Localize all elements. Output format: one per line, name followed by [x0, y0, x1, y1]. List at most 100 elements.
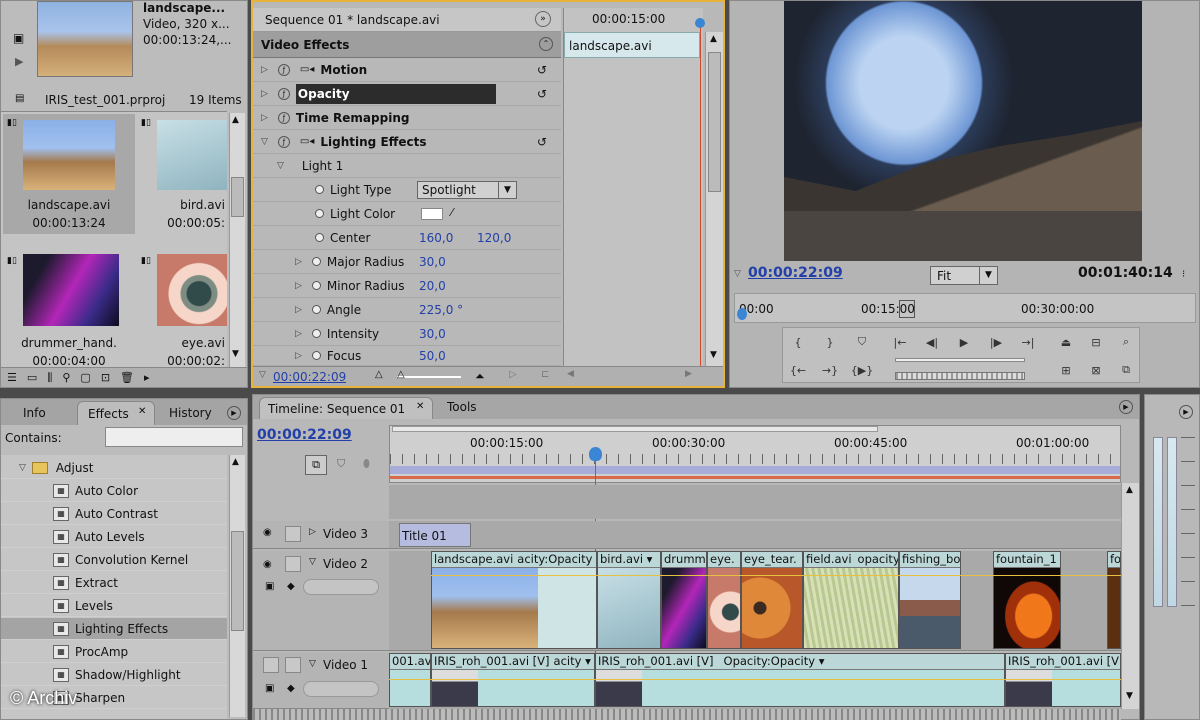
step-forward-icon[interactable]: |▶ [987, 334, 1005, 350]
scroll-thumb[interactable] [231, 177, 244, 217]
effect-item[interactable]: ▦ Extract [1, 572, 227, 594]
tab-info[interactable]: Info [23, 406, 46, 420]
fx-toggle-icon[interactable]: ƒ [277, 63, 290, 76]
icon-view-icon[interactable]: ▭ [27, 371, 37, 384]
bin-item[interactable]: ▮▯ landscape.avi 00:00:13:24 [3, 114, 135, 234]
effect-row-time-remapping[interactable]: ▷ ƒ Time Remapping [253, 106, 561, 130]
effect-row-lighting[interactable]: ▽ ƒ ▭◂ Lighting Effects ↺ [253, 130, 561, 154]
eyedropper-icon[interactable]: ⁄ [451, 206, 453, 219]
tab-history[interactable]: History [169, 406, 212, 420]
expand-triangle-icon[interactable]: ▷ [261, 65, 268, 75]
play-audio-icon[interactable]: ▷ [509, 369, 517, 380]
light-type-select[interactable]: Spotlight ▼ [417, 181, 517, 199]
reset-icon[interactable]: ↺ [537, 87, 547, 101]
new-bin-icon[interactable]: ▢ [80, 371, 90, 384]
effect-item[interactable]: ▦ Levels [1, 595, 227, 617]
bin-item[interactable]: ▮▯ eye.avi 00:00:02: [139, 240, 227, 368]
clip-fo[interactable]: fo [1107, 551, 1121, 649]
timeline-ruler[interactable]: 00:00:15:00 00:00:30:00 00:00:45:00 00:0… [389, 425, 1121, 483]
keyframe-nav[interactable] [303, 681, 379, 697]
collapse-icon[interactable]: ⌃ [539, 37, 553, 51]
scroll-down-icon[interactable]: ▼ [232, 349, 239, 359]
scroll-up-icon[interactable]: ▲ [1126, 485, 1133, 495]
angle-value[interactable]: 225,0 ° [419, 303, 463, 317]
expand-triangle-icon[interactable]: ▷ [261, 89, 268, 99]
clip-eye[interactable]: eye. [707, 551, 741, 649]
scroll-right-icon[interactable]: ▶ [685, 369, 692, 379]
expand-triangle-icon[interactable]: ▷ [295, 257, 302, 267]
collapse-triangle-icon[interactable]: ▽ [309, 659, 316, 669]
set-marker-icon[interactable]: ⛉ [337, 457, 345, 471]
fx-toggle-icon[interactable]: ƒ [277, 87, 290, 100]
zoom-slider-thumb-icon[interactable]: △ [397, 369, 405, 380]
stopwatch-icon[interactable] [311, 305, 321, 314]
collapse-triangle-icon[interactable]: ▽ [261, 137, 268, 147]
zoom-in-icon[interactable]: ⏶ [475, 369, 485, 384]
stopwatch-icon[interactable] [311, 257, 321, 266]
clip-field[interactable]: field.aviopacity ▾ [803, 551, 899, 649]
new-item-icon[interactable]: ⊡ [101, 371, 110, 384]
scroll-left-icon[interactable]: ◀ [567, 369, 574, 379]
export-frame-icon[interactable]: ⧉ [1117, 362, 1135, 378]
fx-toggle-icon[interactable]: ƒ [277, 111, 290, 124]
insert-icon[interactable]: ⊞ [1057, 362, 1075, 378]
clip-iris-b[interactable]: IRIS_roh_001.avi [V] acity ▾ [431, 653, 595, 707]
lift-icon[interactable]: ⏏ [1057, 334, 1075, 350]
ec-playhead[interactable] [700, 18, 701, 366]
color-swatch[interactable] [421, 208, 443, 220]
expand-triangle-icon[interactable]: ▷ [309, 527, 316, 537]
pm-current-time[interactable]: 00:00:22:09 [748, 265, 843, 281]
reset-icon[interactable]: ↺ [537, 135, 547, 149]
display-style-icon[interactable]: ▣ [265, 581, 274, 592]
minor-radius-value[interactable]: 20,0 [419, 279, 446, 293]
major-radius-value[interactable]: 30,0 [419, 255, 446, 269]
play-icon[interactable]: ▶ [15, 55, 23, 68]
ec-playhead-marker-icon[interactable] [695, 18, 705, 28]
eye-box[interactable] [263, 657, 279, 673]
effects-search-input[interactable] [105, 427, 243, 447]
stopwatch-icon[interactable] [315, 185, 324, 194]
clip-iris-d[interactable]: IRIS_roh_001.avi [V [1005, 653, 1121, 707]
close-icon[interactable]: ✕ [138, 406, 146, 417]
expand-triangle-icon[interactable]: ▷ [295, 329, 302, 339]
delete-icon[interactable]: 🗑 [120, 371, 134, 384]
effect-item[interactable]: ▦ Convolution Kernel [1, 549, 227, 571]
scroll-down-icon[interactable]: ▼ [1126, 691, 1133, 701]
collapse-triangle-icon[interactable]: ▽ [277, 161, 284, 171]
loop-icon[interactable]: ⊏ [541, 369, 549, 380]
shuttle-slider[interactable] [895, 358, 1025, 362]
panel-menu-icon[interactable]: ▶ [1119, 400, 1133, 414]
lock-box[interactable] [285, 526, 301, 542]
effect-item[interactable]: ▦ ProcAmp [1, 641, 227, 663]
lock-box[interactable] [285, 556, 301, 572]
fx-toggle-icon[interactable]: ƒ [277, 135, 290, 148]
scroll-down-icon[interactable]: ▼ [710, 350, 717, 360]
zoom-out-icon[interactable]: △ [375, 369, 383, 380]
effect-item[interactable]: ▦ Shadow/Highlight [1, 664, 227, 686]
stopwatch-icon[interactable] [315, 209, 324, 218]
stopwatch-icon[interactable] [311, 351, 321, 360]
clip-fishing[interactable]: fishing_bo [899, 551, 961, 649]
clip-landscape[interactable]: landscape.aviacity:Opacity ▾ [431, 551, 597, 649]
effect-row-motion[interactable]: ▷ ƒ ▭◂ Motion ↺ [253, 58, 561, 82]
ec-scrollbar[interactable]: ▲ ▼ [705, 32, 723, 366]
ec-footer-timecode[interactable]: 00:00:22:09 [273, 370, 346, 384]
step-back-icon[interactable]: ◀| [923, 334, 941, 350]
keyframe-nav[interactable] [303, 579, 379, 595]
reset-icon[interactable]: ↺ [537, 63, 547, 77]
folder-adjust[interactable]: ▽ Adjust [1, 457, 227, 479]
pm-playhead-icon[interactable] [737, 308, 747, 320]
effect-item[interactable]: ▦ Auto Contrast [1, 503, 227, 525]
scroll-up-icon[interactable]: ▲ [710, 34, 717, 44]
list-view-icon[interactable]: ☰ [7, 371, 17, 384]
tab-tools[interactable]: Tools [447, 400, 477, 414]
panel-menu-icon[interactable]: ▸ [144, 371, 150, 384]
clip-iris-c[interactable]: IRIS_roh_001.avi [V] Opacity:Opacity ▾ [595, 653, 1005, 707]
sequence-marker-icon[interactable]: ⬮ [363, 457, 370, 471]
stopwatch-icon[interactable] [315, 233, 324, 242]
bin-item[interactable]: ▮▯ drummer_hand. 00:00:04:00 [3, 240, 135, 368]
pm-ruler[interactable]: 00:00 00:15:00 00:30:00:00 [734, 293, 1196, 323]
timeline-scrollbar[interactable]: ▲ ▼ [1121, 483, 1139, 709]
project-scrollbar[interactable]: ▲ ▼ [229, 113, 245, 367]
stopwatch-icon[interactable] [311, 329, 321, 338]
